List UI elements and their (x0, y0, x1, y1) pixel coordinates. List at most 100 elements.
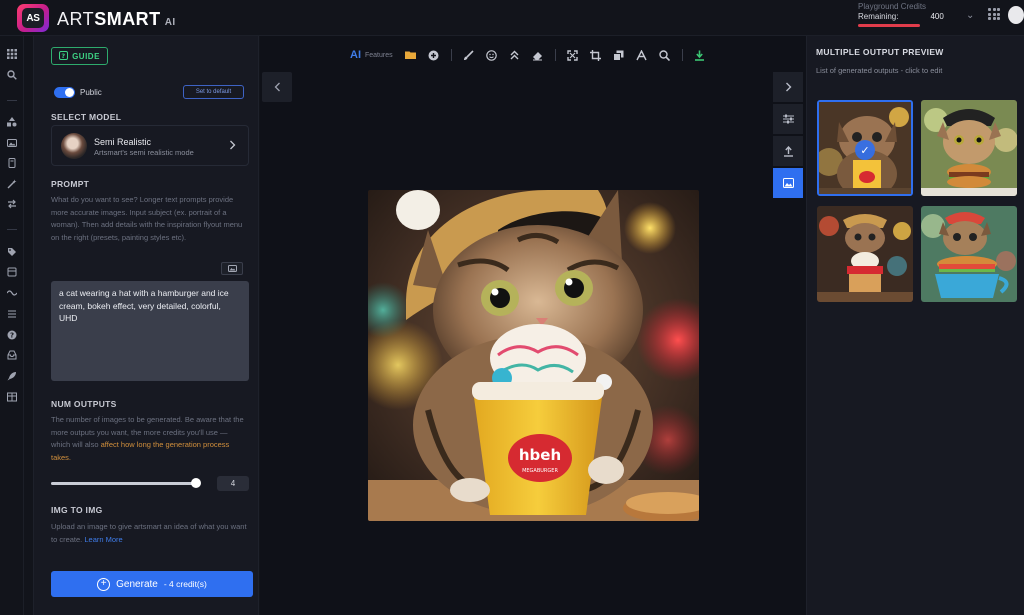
toolbar-divider (450, 49, 452, 61)
svg-text:hbeh: hbeh (519, 446, 561, 464)
rail-divider (7, 100, 17, 101)
prompt-help-text: What do you want to see? Longer text pro… (51, 195, 243, 242)
inspiration-button[interactable] (221, 262, 243, 275)
set-default-button[interactable]: Set to default (183, 85, 244, 99)
output-preview-title: MULTIPLE OUTPUT PREVIEW (816, 47, 944, 57)
ai-features-label[interactable]: AI (350, 49, 361, 61)
toggle-knob (65, 88, 74, 97)
expand-icon[interactable] (567, 49, 579, 61)
swap-icon[interactable] (6, 198, 18, 210)
toolbar-divider (681, 49, 683, 61)
shapes-icon[interactable] (6, 116, 18, 128)
help-icon[interactable]: ? (6, 329, 18, 341)
svg-text:MEGABURGER: MEGABURGER (522, 468, 558, 474)
img-to-img-help-text: Upload an image to give artsmart an idea… (51, 521, 247, 546)
num-outputs-value[interactable]: 4 (217, 476, 249, 491)
image-icon[interactable] (6, 137, 18, 149)
icon-rail: ? (0, 36, 24, 615)
logo-word-ai: AI (164, 17, 176, 28)
check-icon: ✓ (855, 140, 875, 160)
magic-wand-icon[interactable] (6, 178, 18, 190)
collapse-right-button[interactable] (773, 72, 803, 102)
eraser-icon[interactable] (532, 49, 544, 61)
public-toggle[interactable] (54, 87, 75, 98)
chevron-down-icon[interactable]: ⌄ (966, 10, 974, 21)
logo-badge-text: AS (22, 8, 44, 28)
zoom-icon[interactable] (659, 49, 671, 61)
img-to-img-help-main: Upload an image to give artsmart an idea… (51, 522, 247, 544)
features-label[interactable]: Features (365, 52, 393, 59)
folder-icon[interactable] (404, 49, 417, 61)
svg-text:?: ? (10, 332, 14, 340)
user-avatar[interactable] (1008, 6, 1024, 24)
svg-text:?: ? (61, 52, 65, 60)
gallery-icon[interactable] (773, 168, 803, 198)
download-icon[interactable] (694, 49, 706, 61)
chevrons-up-icon[interactable] (509, 49, 521, 61)
collection-icon[interactable] (6, 266, 18, 278)
credits-progress-fill (858, 24, 920, 27)
credits-remaining-value: 400 (930, 12, 944, 21)
output-thumbnail[interactable] (921, 206, 1017, 302)
prompt-heading: PROMPT (51, 179, 90, 189)
generated-image-preview[interactable]: hbeh MEGABURGER (368, 190, 699, 521)
prompt-input[interactable]: a cat wearing a hat with a hamburger and… (51, 281, 249, 381)
top-bar: AS ARTSMART AI Playground Credits Remaini… (0, 0, 1024, 36)
guide-button[interactable]: ? GUIDE (51, 47, 108, 65)
search-icon[interactable] (6, 69, 18, 81)
wave-icon[interactable] (6, 287, 18, 299)
img-to-img-heading: IMG TO IMG (51, 505, 103, 515)
brush-icon[interactable] (463, 49, 475, 61)
num-outputs-slider[interactable] (51, 482, 197, 485)
guide-button-label: GUIDE (72, 51, 100, 61)
canvas-side-tools (773, 72, 803, 200)
editor-toolbar: AI Features (350, 46, 717, 64)
collapse-left-button[interactable] (262, 72, 292, 102)
layers-icon[interactable] (613, 49, 625, 61)
logo-word-smart: SMART (94, 9, 161, 29)
plus-circle-icon: + (97, 577, 111, 591)
inbox-icon[interactable] (6, 349, 18, 361)
grid-icon[interactable] (6, 48, 18, 60)
chevron-right-icon (229, 140, 236, 153)
tag-icon[interactable] (6, 246, 18, 258)
settings-panel: ? GUIDE Public Set to default SELECT MOD… (33, 36, 259, 615)
credits-remaining: Remaining: 400 (858, 12, 962, 21)
generate-button[interactable]: + Generate - 4 credit(s) (51, 571, 253, 597)
output-preview-subtitle: List of generated outputs - click to edi… (816, 66, 943, 75)
output-preview-panel: MULTIPLE OUTPUT PREVIEW List of generate… (806, 36, 1024, 615)
table-icon[interactable] (6, 391, 18, 403)
plus-circle-icon[interactable] (428, 49, 440, 61)
slider-thumb[interactable] (191, 478, 201, 488)
logo-wordmark[interactable]: ARTSMART AI (57, 9, 176, 30)
model-selector[interactable]: Semi Realistic Artsmart's semi realistic… (51, 125, 249, 166)
credits-widget[interactable]: Playground Credits Remaining: 400 (858, 2, 962, 27)
generate-credits: - 4 credit(s) (163, 579, 207, 589)
credits-title: Playground Credits (858, 2, 927, 11)
help-box-icon: ? (59, 50, 69, 62)
rail-divider (7, 229, 17, 230)
apps-grid-icon[interactable] (988, 8, 1000, 20)
book-icon[interactable] (6, 157, 18, 169)
logo-icon[interactable]: AS (17, 4, 49, 32)
output-thumbnail[interactable]: ✓ (817, 100, 913, 196)
emoji-icon[interactable] (486, 49, 498, 61)
credits-progress-bar (858, 24, 920, 27)
upload-icon[interactable] (773, 136, 803, 166)
text-icon[interactable] (636, 49, 648, 61)
learn-more-link[interactable]: Learn More (84, 535, 122, 544)
sliders-icon[interactable] (773, 104, 803, 134)
num-outputs-heading: NUM OUTPUTS (51, 399, 117, 409)
model-name: Semi Realistic (94, 137, 152, 147)
rocket-icon[interactable] (6, 370, 18, 382)
list-icon[interactable] (6, 308, 18, 320)
output-thumbnail[interactable] (921, 100, 1017, 196)
model-avatar (61, 133, 87, 159)
public-toggle-label: Public (80, 88, 102, 97)
crop-icon[interactable] (590, 49, 602, 61)
num-outputs-help-text: The number of images to be generated. Be… (51, 414, 247, 464)
logo-word-art: ART (57, 9, 95, 29)
output-thumbnail[interactable] (817, 206, 913, 302)
model-description: Artsmart's semi realistic mode (94, 148, 194, 157)
generate-label: Generate (116, 578, 158, 590)
